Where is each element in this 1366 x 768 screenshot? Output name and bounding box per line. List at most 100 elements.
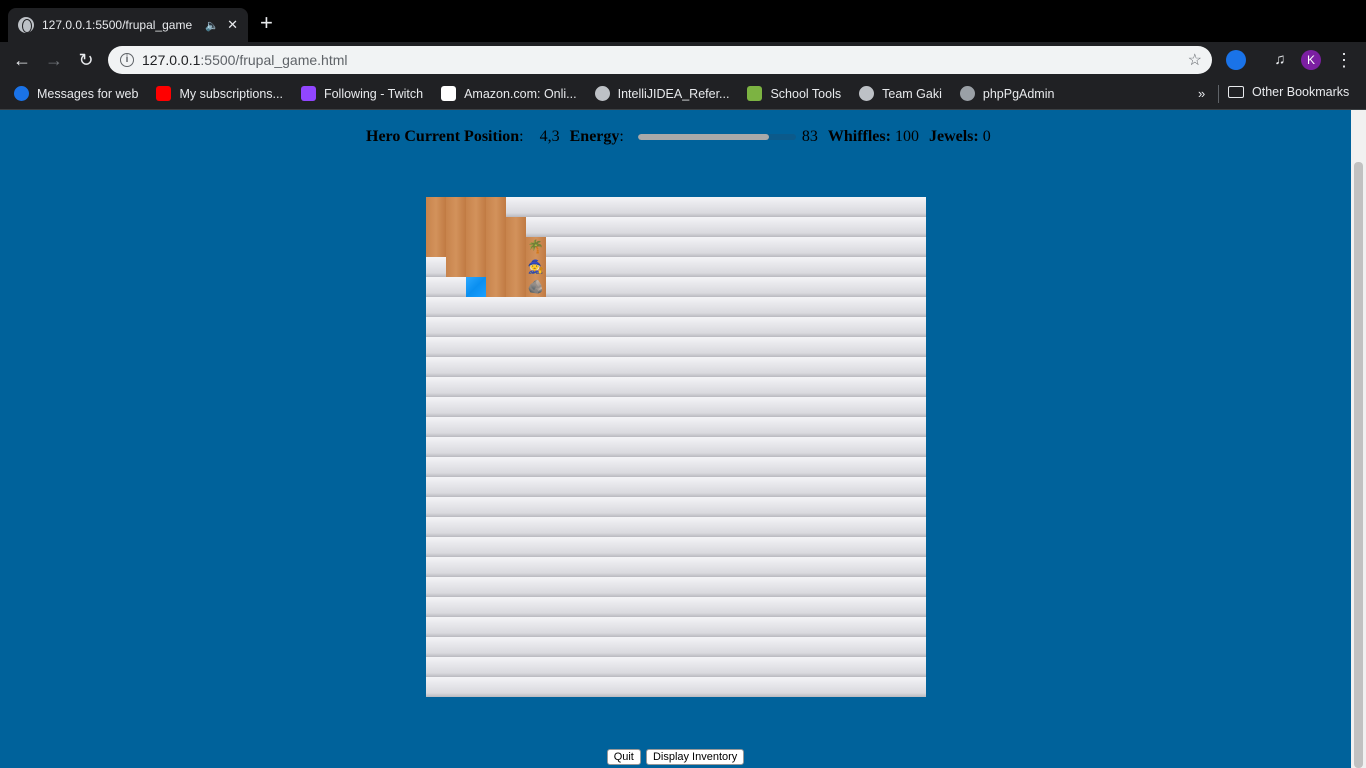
game-map[interactable]: 🌴 🧙 🪨 — [426, 197, 926, 697]
fog-tile — [486, 477, 506, 497]
fog-tile — [586, 257, 606, 277]
fog-tile — [526, 197, 546, 217]
fog-tile — [426, 377, 446, 397]
more-bookmarks-button[interactable]: » — [1198, 86, 1205, 101]
fog-tile — [626, 637, 646, 657]
fog-tile — [446, 357, 466, 377]
fog-tile — [466, 397, 486, 417]
fog-tile — [786, 337, 806, 357]
water-tile — [466, 277, 486, 297]
fog-tile — [446, 417, 466, 437]
fog-tile — [526, 317, 546, 337]
fog-tile — [546, 417, 566, 437]
fog-tile — [526, 577, 546, 597]
browser-tab[interactable]: 127.0.0.1:5500/frupal_game 🔈 ✕ — [8, 8, 248, 42]
address-bar[interactable]: i 127.0.0.1:5500/frupal_game.html ☆ — [108, 46, 1212, 74]
bookmark-amazon[interactable]: Amazon.com: Onli... — [441, 86, 577, 101]
fog-tile — [806, 417, 826, 437]
meadow-tile — [426, 237, 446, 257]
menu-icon[interactable]: ⋮ — [1332, 48, 1356, 72]
fog-tile — [826, 677, 846, 697]
meadow-tile — [446, 257, 466, 277]
fog-tile — [566, 257, 586, 277]
fog-tile — [546, 517, 566, 537]
fog-tile — [586, 217, 606, 237]
fog-tile — [846, 217, 866, 237]
fog-tile — [706, 237, 726, 257]
scrollbar[interactable] — [1351, 110, 1366, 768]
fog-tile — [546, 237, 566, 257]
fog-tile — [426, 357, 446, 377]
fog-tile — [746, 637, 766, 657]
fog-tile — [826, 397, 846, 417]
fog-tile — [866, 277, 886, 297]
quit-button[interactable]: Quit — [606, 749, 641, 765]
globe-icon — [859, 86, 875, 101]
bookmark-intellij[interactable]: IntelliJIDEA_Refer... — [594, 86, 729, 101]
fog-tile — [526, 377, 546, 397]
bookmark-messages[interactable]: Messages for web — [14, 86, 138, 101]
fog-tile — [686, 277, 706, 297]
bookmark-star-icon[interactable]: ☆ — [1188, 50, 1202, 70]
bookmark-twitch[interactable]: Following - Twitch — [300, 86, 423, 101]
forward-icon[interactable]: → — [42, 48, 66, 72]
other-bookmarks[interactable]: Other Bookmarks — [1228, 85, 1349, 99]
reload-icon[interactable]: ↻ — [74, 48, 98, 72]
fog-tile — [866, 337, 886, 357]
fog-tile — [866, 357, 886, 377]
globe-icon — [18, 17, 34, 33]
bookmark-team-gaki[interactable]: Team Gaki — [859, 86, 942, 101]
hero-icon: 🧙 — [527, 259, 545, 274]
fog-tile — [486, 597, 506, 617]
meadow-tile: 🪨 — [526, 277, 546, 297]
fog-tile — [706, 357, 726, 377]
fog-tile — [826, 277, 846, 297]
fog-tile — [646, 237, 666, 257]
meadow-tile — [466, 237, 486, 257]
fog-tile — [566, 617, 586, 637]
fog-tile — [786, 597, 806, 617]
fog-tile — [706, 457, 726, 477]
fog-tile — [686, 397, 706, 417]
extension-icon[interactable] — [1226, 50, 1246, 70]
bookmark-school-tools[interactable]: School Tools — [747, 86, 841, 101]
fog-tile — [506, 577, 526, 597]
fog-tile — [566, 577, 586, 597]
fog-tile — [626, 497, 646, 517]
whiffles-label: Whiffles: — [827, 128, 891, 145]
fog-tile — [646, 217, 666, 237]
fog-tile — [466, 297, 486, 317]
bookmark-youtube[interactable]: My subscriptions... — [156, 86, 283, 101]
fog-tile — [506, 637, 526, 657]
fog-tile — [746, 437, 766, 457]
fog-tile — [546, 217, 566, 237]
fog-tile — [686, 297, 706, 317]
media-control-icon[interactable]: ♫ — [1268, 48, 1292, 72]
fog-tile — [686, 517, 706, 537]
display-inventory-button[interactable]: Display Inventory — [645, 749, 745, 765]
fog-tile — [826, 217, 846, 237]
fog-tile — [466, 517, 486, 537]
info-icon[interactable]: i — [120, 53, 134, 67]
fog-tile — [486, 397, 506, 417]
fog-tile — [606, 257, 626, 277]
new-tab-button[interactable]: + — [260, 12, 273, 34]
close-icon[interactable]: ✕ — [227, 17, 238, 33]
fog-tile — [666, 517, 686, 537]
fog-tile — [446, 617, 466, 637]
fog-tile — [666, 397, 686, 417]
fog-tile — [646, 317, 666, 337]
fog-tile — [826, 257, 846, 277]
game-page: Hero Current Position: 4,3 Energy: 83 Wh… — [0, 110, 1366, 768]
fog-tile — [526, 217, 546, 237]
fog-tile — [666, 617, 686, 637]
profile-avatar[interactable]: K — [1301, 50, 1321, 70]
back-icon[interactable]: ← — [10, 48, 34, 72]
bookmark-phppgadmin[interactable]: phpPgAdmin — [959, 86, 1054, 101]
speaker-icon[interactable]: 🔈 — [205, 19, 219, 32]
fog-tile — [566, 237, 586, 257]
fog-tile — [886, 457, 906, 477]
fog-tile — [826, 657, 846, 677]
scrollbar-thumb[interactable] — [1354, 162, 1363, 768]
fog-tile — [686, 557, 706, 577]
